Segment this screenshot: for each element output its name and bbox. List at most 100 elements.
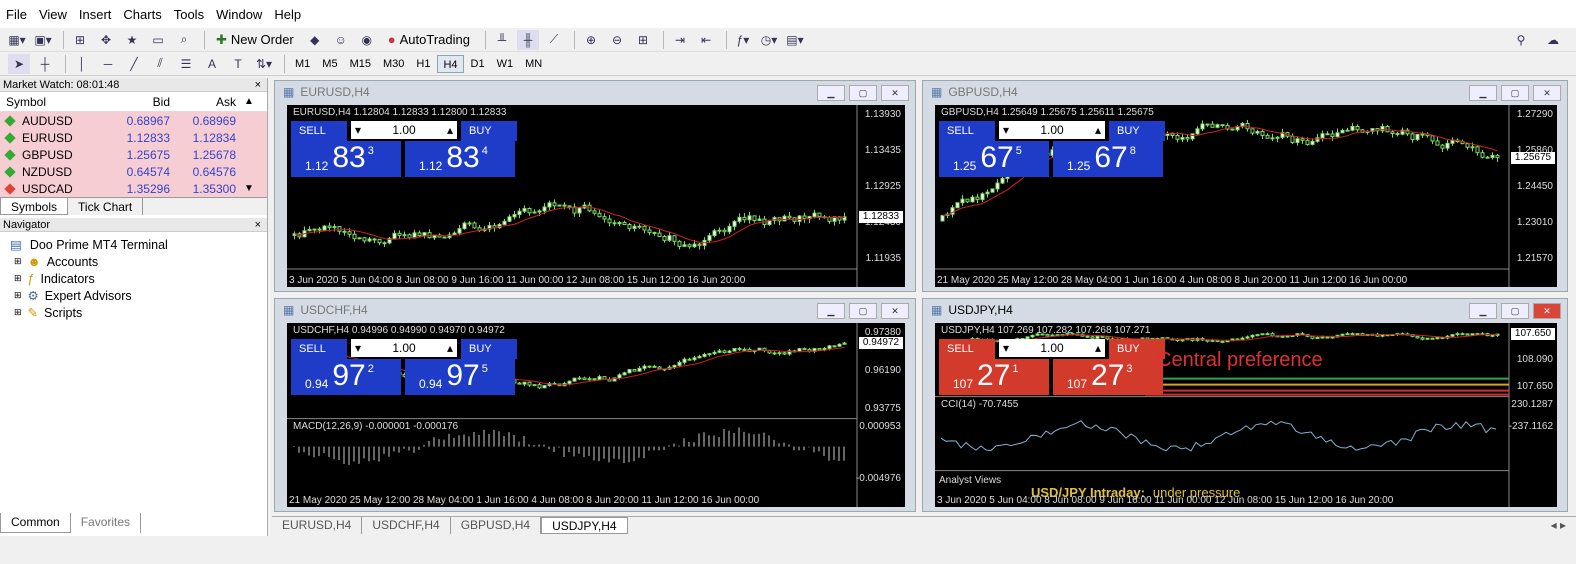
chart-shift-icon[interactable]: ⇤ (695, 30, 717, 50)
increase-icon[interactable]: ▴ (447, 341, 453, 355)
menu-tools[interactable]: Tools (174, 7, 204, 22)
crosshair-icon[interactable]: ┼ (34, 54, 56, 74)
text-icon[interactable]: A (201, 54, 223, 74)
expand-icon[interactable]: ⊞ (14, 290, 22, 301)
buy-price[interactable]: 0.94 97 5 (405, 359, 515, 395)
autotrading-button[interactable]: ● AutoTrading (382, 30, 476, 50)
tab-symbols[interactable]: Symbols (0, 198, 69, 215)
menu-file[interactable]: File (6, 7, 27, 22)
horizontal-line-icon[interactable]: ─ (97, 54, 119, 74)
profiles-icon[interactable]: ▣▾ (32, 30, 54, 50)
buy-price[interactable]: 1.12 83 4 (405, 141, 515, 177)
close-icon[interactable]: ✕ (881, 303, 909, 319)
chart-window[interactable]: ▦ USDCHF,H4 ▁ ▢ ✕ USDCHF,H4 0.94996 0.94990 0… (274, 298, 916, 512)
maximize-icon[interactable]: ▢ (1501, 85, 1529, 101)
market-watch-row[interactable]: AUDUSD 0.68967 0.68969 (0, 112, 267, 129)
chart-plot[interactable]: USDCHF,H4 0.94996 0.94990 0.94970 0.9497… (287, 323, 905, 507)
equidistant-channel-icon[interactable]: ⫽ (149, 54, 171, 74)
menu-insert[interactable]: Insert (79, 7, 112, 22)
timeframe-m1[interactable]: M1 (290, 55, 315, 73)
lot-size-input[interactable]: ▾ 1.00 ▴ (351, 121, 457, 139)
bar-chart-icon[interactable]: ╨ (491, 30, 513, 50)
sell-button[interactable]: SELL (939, 339, 995, 359)
tab-common[interactable]: Common (0, 513, 71, 533)
market-watch-row[interactable]: NZDUSD 0.64574 0.64576 (0, 163, 267, 180)
market-icon[interactable]: ◉ (356, 30, 378, 50)
navigator-item-accounts[interactable]: ⊞ ☻ Accounts (10, 253, 267, 270)
timeframe-d1[interactable]: D1 (466, 55, 490, 73)
timeframe-h4[interactable]: H4 (437, 54, 464, 73)
sell-price[interactable]: 1.12 83 3 (291, 141, 401, 177)
line-chart-icon[interactable]: ⟋ (543, 30, 565, 50)
candlestick-icon[interactable]: ╫ (516, 29, 539, 50)
close-icon[interactable]: ✕ (881, 85, 909, 101)
menu-charts[interactable]: Charts (123, 7, 161, 22)
trendline-icon[interactable]: ╱ (123, 54, 145, 74)
decrease-icon[interactable]: ▾ (1003, 341, 1009, 355)
chart-plot[interactable]: EURUSD,H4 1.12804 1.12833 1.12800 1.1283… (287, 105, 905, 287)
arrows-icon[interactable]: ⇅▾ (253, 54, 275, 74)
menu-view[interactable]: View (39, 7, 67, 22)
chart-window[interactable]: ▦ USDJPY,H4 ▁ ▢ ✕ USDJPY,H4 107.269 107.282 1… (922, 298, 1568, 512)
navigator-item-scripts[interactable]: ⊞ ✎ Scripts (10, 304, 267, 321)
chart-tab-usdchf[interactable]: USDCHF,H4 (362, 517, 451, 534)
lot-size-input[interactable]: ▾ 1.00 ▴ (999, 339, 1105, 357)
search-icon[interactable]: ⚲ (1510, 30, 1532, 50)
new-order-button[interactable]: ✚ New Order (210, 30, 300, 50)
sell-price[interactable]: 107 27 1 (939, 359, 1049, 395)
templates-icon[interactable]: ▤▾ (784, 30, 806, 50)
sell-button[interactable]: SELL (291, 339, 347, 359)
buy-button[interactable]: BUY (461, 339, 517, 359)
minimize-icon[interactable]: ▁ (1469, 303, 1497, 319)
buy-button[interactable]: BUY (461, 121, 517, 141)
tab-scroll-icon[interactable]: ◂ ▸ (1541, 517, 1576, 534)
tab-favorites[interactable]: Favorites (71, 513, 142, 533)
cursor-icon[interactable]: ➤ (8, 53, 30, 74)
lot-size-input[interactable]: ▾ 1.00 ▴ (999, 121, 1105, 139)
timeframe-m5[interactable]: M5 (317, 55, 342, 73)
decrease-icon[interactable]: ▾ (355, 341, 361, 355)
periods-icon[interactable]: ◷▾ (758, 30, 780, 50)
market-watch-icon[interactable]: ⊞ (69, 30, 91, 50)
strategy-tester-icon[interactable]: ⌕ (173, 30, 195, 50)
zoom-in-icon[interactable]: ⊕ (580, 30, 602, 50)
metaeditor-icon[interactable]: ◆ (304, 30, 326, 50)
menu-help[interactable]: Help (274, 7, 301, 22)
col-bid[interactable]: Bid (104, 95, 170, 109)
close-icon[interactable]: × (255, 219, 261, 231)
chart-plot[interactable]: GBPUSD,H4 1.25649 1.25675 1.25611 1.2567… (935, 105, 1557, 287)
chart-plot[interactable]: USDJPY,H4 107.269 107.282 107.268 107.27… (935, 323, 1557, 507)
sell-button[interactable]: SELL (291, 121, 347, 141)
buy-button[interactable]: BUY (1109, 121, 1165, 141)
navigator-item-expert-advisors[interactable]: ⊞ ⚙ Expert Advisors (10, 287, 267, 304)
maximize-icon[interactable]: ▢ (1501, 303, 1529, 319)
menu-window[interactable]: Window (216, 7, 262, 22)
sell-price[interactable]: 0.94 97 2 (291, 359, 401, 395)
lot-size-input[interactable]: ▾ 1.00 ▴ (351, 339, 457, 357)
chart-tab-gbpusd[interactable]: GBPUSD,H4 (451, 517, 542, 534)
col-symbol[interactable]: Symbol (0, 95, 104, 109)
data-window-icon[interactable]: ✥ (95, 30, 117, 50)
tile-windows-icon[interactable]: ⊞ (632, 30, 654, 50)
timeframe-m30[interactable]: M30 (378, 55, 409, 73)
market-watch-row[interactable]: EURUSD 1.12833 1.12834 (0, 129, 267, 146)
decrease-icon[interactable]: ▾ (1003, 123, 1009, 137)
navigator-root[interactable]: ▤ Doo Prime MT4 Terminal (10, 236, 267, 253)
chart-window[interactable]: ▦ GBPUSD,H4 ▁ ▢ ✕ GBPUSD,H4 1.25649 1.25675 1… (922, 80, 1568, 292)
timeframe-w1[interactable]: W1 (492, 55, 519, 73)
auto-scroll-icon[interactable]: ⇥ (669, 30, 691, 50)
chat-icon[interactable]: ☁ (1542, 30, 1564, 50)
increase-icon[interactable]: ▴ (1095, 341, 1101, 355)
timeframe-h1[interactable]: H1 (411, 55, 435, 73)
close-icon[interactable]: × (255, 79, 261, 91)
new-chart-icon[interactable]: ▦▾ (6, 30, 28, 50)
terminal-icon[interactable]: ▭ (147, 30, 169, 50)
market-watch-row[interactable]: GBPUSD 1.25675 1.25678 (0, 146, 267, 163)
expand-icon[interactable]: ⊞ (14, 256, 22, 267)
zoom-out-icon[interactable]: ⊖ (606, 30, 628, 50)
navigator-icon[interactable]: ★ (121, 30, 143, 50)
minimize-icon[interactable]: ▁ (1469, 85, 1497, 101)
navigator-item-indicators[interactable]: ⊞ ƒ Indicators (10, 270, 267, 287)
market-watch-row[interactable]: USDCAD 1.35296 1.35300 ▼ (0, 180, 267, 197)
maximize-icon[interactable]: ▢ (849, 303, 877, 319)
